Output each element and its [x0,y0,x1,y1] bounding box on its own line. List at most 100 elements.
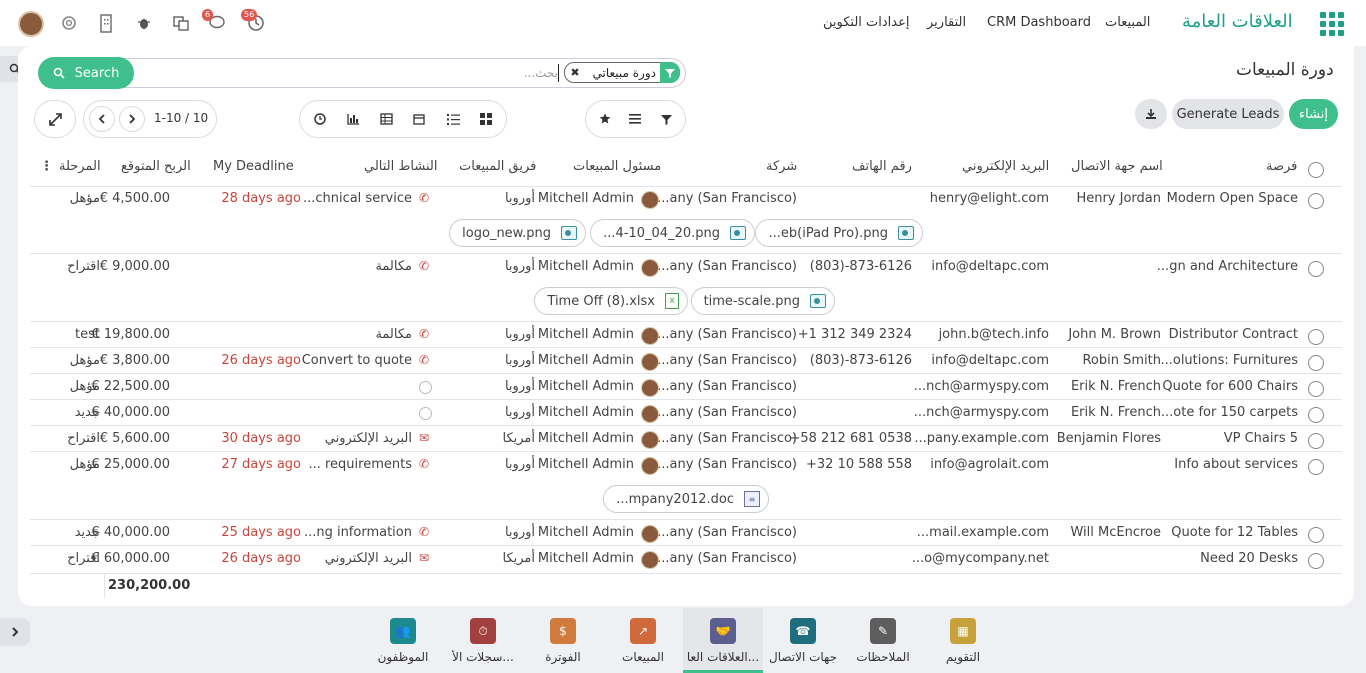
col-contact[interactable]: اسم جهة الاتصال [1071,159,1163,174]
pivot-view-icon[interactable] [377,110,395,128]
attachment-chip[interactable]: Time Off (8).xlsx x [534,287,688,315]
dock-app-timesheets[interactable]: ⏱ سجلات الأ... [443,608,523,673]
attachment-chip[interactable]: ...eb(iPad Pro).png [755,219,923,247]
cell-phone: +1 312 349 2324 [797,327,912,342]
app-brand-title[interactable]: العلاقات العامة [1182,11,1293,32]
fullscreen-toggle[interactable] [34,100,76,138]
cell-stage: اقتراح [67,551,100,566]
dock-app-contacts[interactable]: ☎ جهات الاتصال [763,608,843,673]
activity-clock-icon[interactable] [419,407,432,420]
col-phone[interactable]: رقم الهاتف [852,159,912,174]
dock-app-employees[interactable]: 👥 الموظفون [363,608,443,673]
phone-icon[interactable]: ✆ [419,353,429,367]
row-checkbox[interactable] [1308,193,1324,209]
cell-email: ...mail.example.com [916,525,1049,540]
col-expected-revenue[interactable]: الربح المتوقع [121,159,191,174]
cell-contact: Erik N. French [1070,405,1161,420]
col-stage[interactable]: المرحلة [59,159,101,174]
footer-divider [30,573,1342,574]
phone-icon[interactable]: ✆ [419,259,429,273]
generate-leads-button[interactable]: Generate Leads [1172,99,1284,129]
favorites-star-icon[interactable] [596,110,614,128]
menu-crm-dashboard[interactable]: CRM Dashboard [987,15,1091,30]
activity-view-clock-icon[interactable] [311,110,329,128]
column-options-icon[interactable]: ⋮ [40,159,53,174]
envelope-icon[interactable]: ✉ [419,431,429,445]
cell-company: ...any (San Francisco) [657,259,797,274]
document-file-icon: ≡ [744,491,760,507]
menu-configuration[interactable]: إعدادات التكوين [823,15,909,30]
remove-facet-icon[interactable]: ✖ [568,66,582,79]
row-checkbox[interactable] [1308,553,1324,569]
col-salesperson[interactable]: مسئول المبيعات [573,159,661,174]
search-input[interactable]: بحث... [380,66,558,80]
gear-icon[interactable] [58,12,80,34]
expand-sidebar-chevron-icon[interactable] [0,618,30,646]
search-facet[interactable]: ✖ دورة مبيعاتي [564,62,680,83]
row-checkbox[interactable] [1308,381,1324,397]
row-checkbox[interactable] [1308,329,1324,345]
list-view-icon[interactable] [444,110,462,128]
dock-app-calendar[interactable]: ▦ التقويم [923,608,1003,673]
row-checkbox[interactable] [1308,527,1324,543]
salesperson-avatar [641,379,659,397]
salesperson-avatar [641,191,659,209]
col-email[interactable]: البريد الإلكتروني [962,159,1049,174]
pager-prev-button[interactable] [89,106,115,132]
phone-icon[interactable]: ✆ [419,191,429,205]
cell-contact: Benjamin Flores [1056,431,1161,446]
graph-view-icon[interactable] [344,110,362,128]
row-checkbox[interactable] [1308,433,1324,449]
bug-icon[interactable] [133,12,155,34]
salesperson-avatar [641,353,659,371]
user-avatar[interactable] [18,11,44,37]
envelope-icon[interactable]: ✉ [419,551,429,565]
create-button[interactable]: إنشاء [1289,99,1338,129]
download-icon[interactable] [1135,99,1167,129]
row-checkbox[interactable] [1308,355,1324,371]
dock-app-sales[interactable]: ↗ المبيعات [603,608,683,673]
menu-sales[interactable]: المبيعات [1105,15,1150,30]
phone-icon[interactable]: ✆ [419,525,429,539]
activity-clock-icon[interactable] [419,381,432,394]
cell-stage: مؤهل [69,191,100,206]
kanban-view-icon[interactable] [477,110,495,128]
contacts-app-icon: ☎ [790,618,816,644]
row-checkbox[interactable] [1308,459,1324,475]
pager-next-button[interactable] [119,106,145,132]
dock-app-notes[interactable]: ✎ الملاحظات [843,608,923,673]
cell-stage: مؤهل [69,379,100,394]
phone-icon[interactable]: ✆ [419,457,429,471]
salesperson-avatar [641,525,659,543]
activities-clock-icon[interactable]: 56 [241,9,267,34]
cell-opportunity: Quote for 600 Chairs [1162,379,1298,394]
cell-phone: (803)-873-6126 [809,353,912,368]
messages-icon[interactable]: 6 [202,9,228,34]
calendar-view-icon[interactable] [410,110,428,128]
select-all-checkbox[interactable] [1308,162,1324,178]
col-company[interactable]: شركة [766,159,797,174]
menu-reporting[interactable]: التقارير [927,15,966,30]
attachment-chip[interactable]: time-scale.png [690,287,835,315]
col-sales-team[interactable]: فريق المبيعات [459,159,536,174]
dock-app-crm[interactable]: 🤝 العلاقات العا... [683,608,763,673]
attachment-chip[interactable]: ...mpany2012.doc ≡ [603,485,769,513]
filter-funnel-icon[interactable] [657,110,675,128]
language-icon[interactable] [170,12,192,34]
cell-salesperson: Mitchell Admin [537,405,634,420]
col-opportunity[interactable]: فرصة [1266,159,1297,174]
pager-value[interactable]: 1-10 / 10 [154,111,208,125]
col-deadline[interactable]: My Deadline [213,159,294,174]
col-next-activity[interactable]: النشاط التالي [364,159,437,174]
group-by-icon[interactable] [626,110,644,128]
app-menu-grid-icon[interactable] [1320,12,1344,36]
row-checkbox[interactable] [1308,407,1324,423]
building-icon[interactable] [95,12,117,34]
attachment-chip[interactable]: ...4-10_04_20.png [590,219,755,247]
attachment-chip[interactable]: logo_new.png [449,219,586,247]
phone-icon[interactable]: ✆ [419,327,429,341]
cell-salesperson: Mitchell Admin [537,259,634,274]
dock-app-invoicing[interactable]: $ الفوترة [523,608,603,673]
row-checkbox[interactable] [1308,261,1324,277]
search-button[interactable]: Search [38,57,134,89]
